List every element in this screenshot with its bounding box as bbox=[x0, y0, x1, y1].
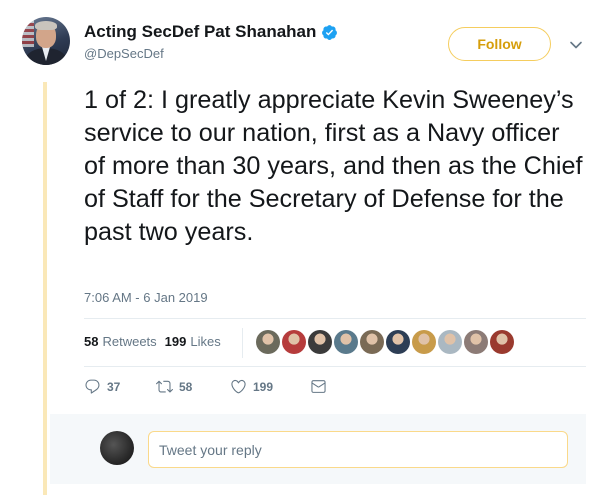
like-action[interactable]: 199 bbox=[230, 378, 310, 395]
liker-avatar[interactable] bbox=[334, 330, 358, 354]
liker-avatar[interactable] bbox=[360, 330, 384, 354]
liker-avatar[interactable] bbox=[438, 330, 462, 354]
divider-bottom bbox=[84, 366, 586, 367]
reply-count: 37 bbox=[107, 379, 121, 394]
direct-message-action[interactable] bbox=[310, 378, 327, 395]
liker-avatar[interactable] bbox=[412, 330, 436, 354]
author-name-row[interactable]: Acting SecDef Pat Shanahan bbox=[84, 22, 338, 42]
tweet-stats: 58 Retweets 199 Likes bbox=[84, 334, 229, 349]
author-avatar[interactable] bbox=[22, 17, 70, 65]
retweets-stat[interactable]: 58 Retweets bbox=[84, 334, 157, 349]
reply-action[interactable]: 37 bbox=[84, 378, 156, 395]
retweets-count: 58 bbox=[84, 334, 99, 349]
thread-line bbox=[43, 82, 47, 495]
reply-input[interactable]: Tweet your reply bbox=[148, 431, 568, 468]
retweet-icon bbox=[156, 380, 173, 393]
reply-icon bbox=[85, 379, 100, 394]
stats-separator bbox=[242, 328, 243, 358]
divider-top bbox=[84, 318, 586, 319]
tweet-timestamp[interactable]: 7:06 AM - 6 Jan 2019 bbox=[84, 290, 208, 305]
liker-avatar[interactable] bbox=[308, 330, 332, 354]
likes-count: 199 bbox=[164, 334, 187, 349]
author-display-name[interactable]: Acting SecDef Pat Shanahan bbox=[84, 22, 316, 42]
current-user-avatar bbox=[100, 431, 134, 465]
likes-stat[interactable]: 199 Likes bbox=[165, 334, 221, 349]
retweet-action[interactable]: 58 bbox=[156, 378, 230, 395]
avatar-background-flag bbox=[22, 17, 34, 47]
liker-avatars bbox=[256, 330, 516, 356]
follow-button[interactable]: Follow bbox=[448, 27, 551, 61]
envelope-icon bbox=[311, 380, 326, 393]
retweet-count: 58 bbox=[179, 379, 193, 394]
heart-icon bbox=[231, 379, 246, 394]
chevron-down-icon[interactable] bbox=[569, 38, 583, 52]
liker-avatar[interactable] bbox=[386, 330, 410, 354]
tweet-text: 1 of 2: I greatly appreciate Kevin Sween… bbox=[84, 86, 583, 246]
tweet-actions: 37 58 199 bbox=[84, 378, 327, 395]
reply-composer: Tweet your reply bbox=[50, 414, 586, 484]
author-handle[interactable]: @DepSecDef bbox=[84, 46, 164, 61]
avatar-hair bbox=[35, 21, 57, 30]
tweet-card: Acting SecDef Pat Shanahan @DepSecDef Fo… bbox=[0, 0, 603, 495]
like-count: 199 bbox=[253, 379, 274, 394]
retweets-label: Retweets bbox=[102, 334, 157, 349]
likes-label: Likes bbox=[190, 334, 221, 349]
liker-avatar[interactable] bbox=[490, 330, 514, 354]
verified-badge-icon bbox=[321, 24, 338, 41]
liker-avatar[interactable] bbox=[464, 330, 488, 354]
liker-avatar[interactable] bbox=[282, 330, 306, 354]
liker-avatar[interactable] bbox=[256, 330, 280, 354]
